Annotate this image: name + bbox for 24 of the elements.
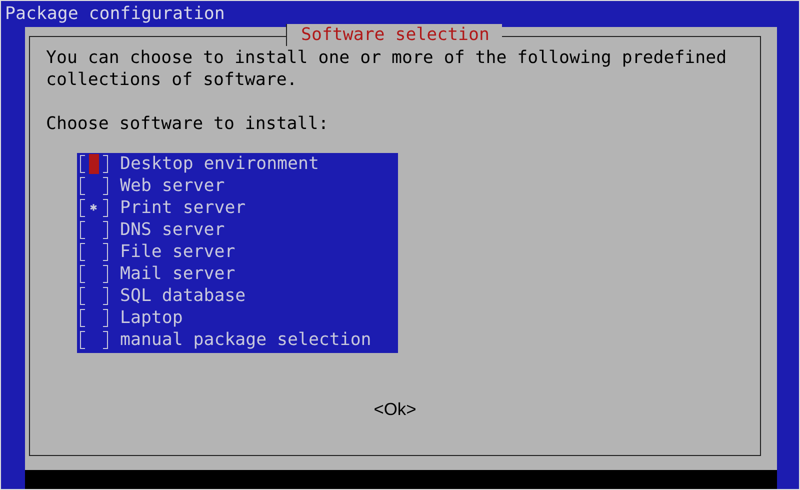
checkbox[interactable] [78,264,109,284]
checkbox[interactable] [78,220,109,240]
dialog-title: Software selection [286,24,502,46]
intro-text: You can choose to install one or more of the following predefined collections of software. [46,47,728,91]
checkbox[interactable] [78,308,109,328]
option-label[interactable]: Desktop environment [120,154,319,174]
option-label[interactable]: Web server [120,176,225,196]
window-title: Package configuration [4,3,226,26]
option-label[interactable]: DNS server [120,220,225,240]
checkbox[interactable] [78,154,109,174]
checkbox[interactable] [78,330,109,350]
checkbox[interactable] [78,198,109,218]
checkbox[interactable] [78,286,109,306]
prompt-text: Choose software to install: [46,113,330,135]
option-label[interactable]: Mail server [120,264,236,284]
option-label[interactable]: File server [120,242,236,262]
option-label[interactable]: manual package selection [120,330,372,350]
option-label[interactable]: SQL database [120,286,246,306]
checkbox[interactable] [78,242,109,262]
option-label[interactable]: Laptop [120,308,183,328]
checkbox[interactable] [78,176,109,196]
ok-button[interactable]: <Ok> [374,399,416,420]
asterisk-icon [88,202,99,214]
option-label[interactable]: Print server [120,198,246,218]
